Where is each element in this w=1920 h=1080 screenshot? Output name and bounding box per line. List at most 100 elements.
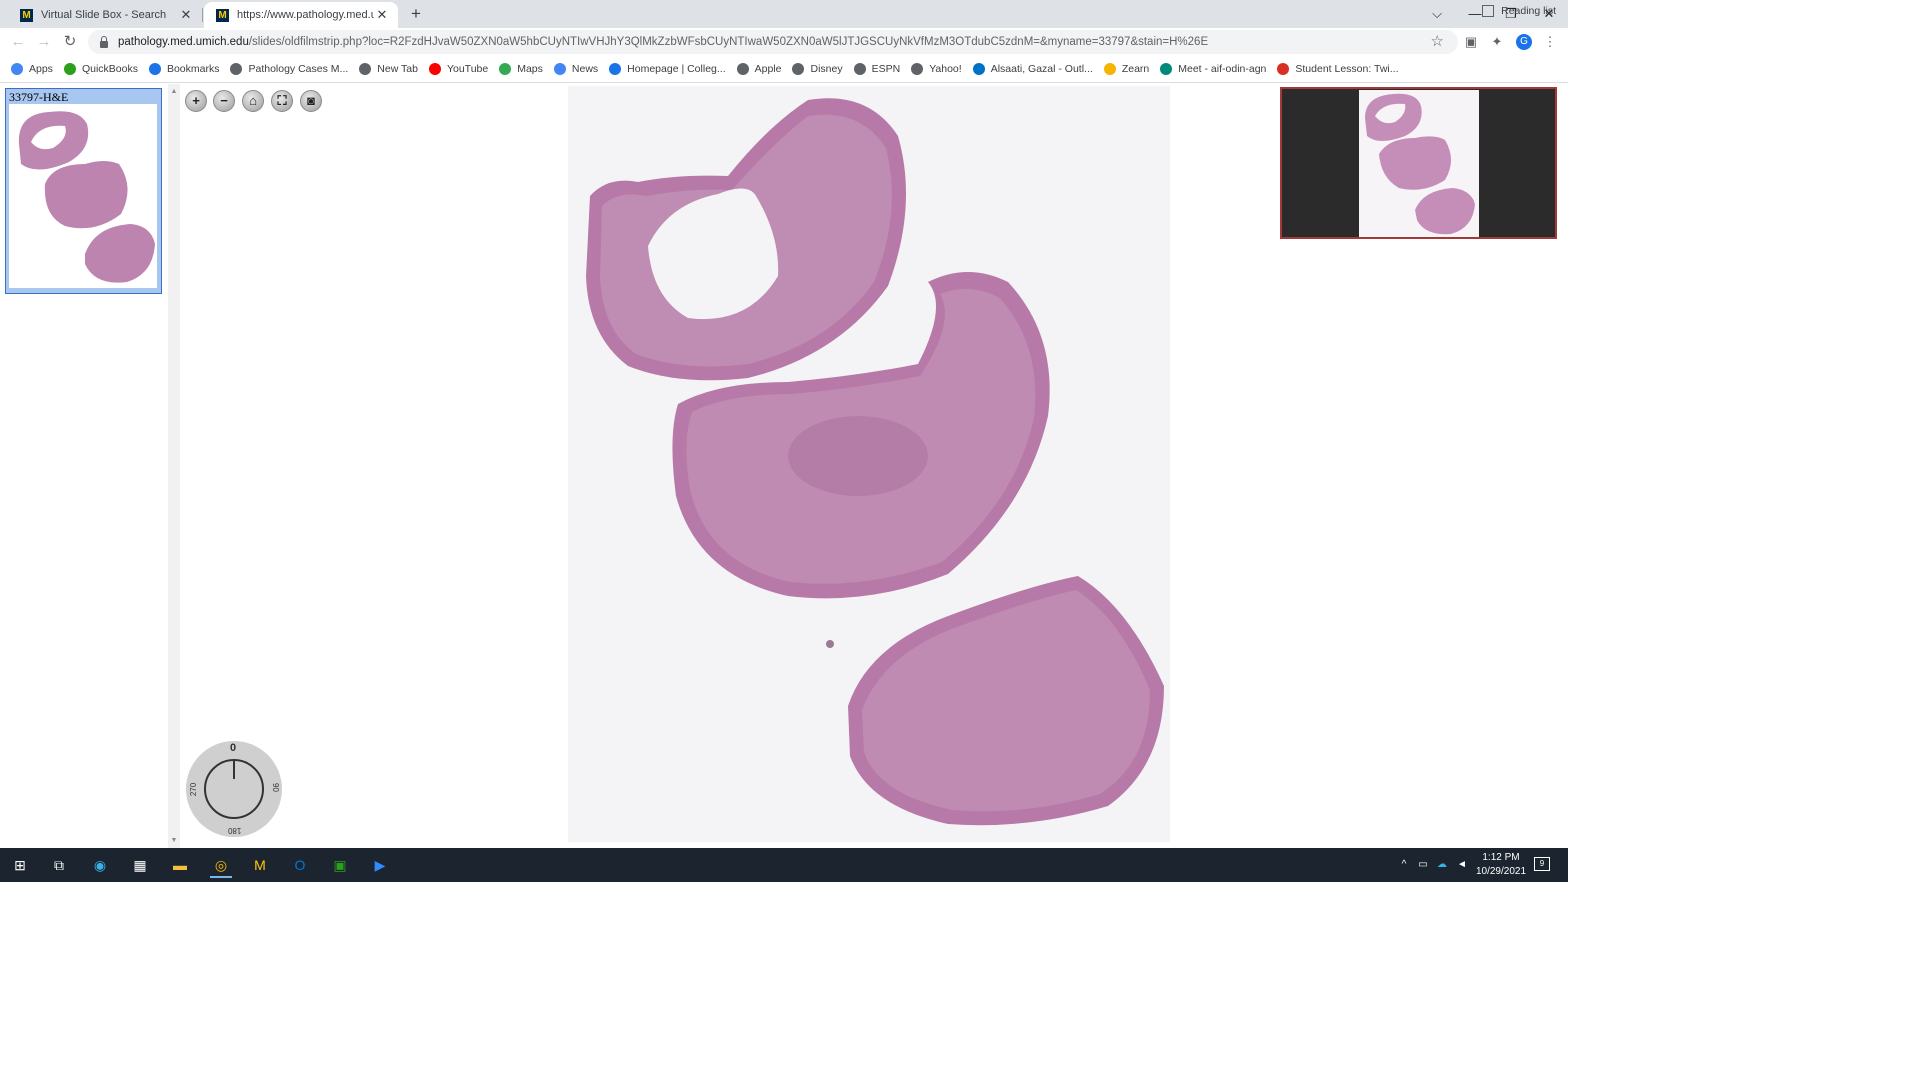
news-icon: [553, 63, 566, 75]
scroll-down-arrow-icon[interactable]: ▼: [168, 837, 180, 844]
reading-list-button[interactable]: Reading list: [1482, 5, 1556, 17]
tab-virtual-slide-box[interactable]: M Virtual Slide Box - Search ✕: [8, 2, 202, 28]
profile-avatar[interactable]: G: [1516, 34, 1532, 50]
outlook-icon[interactable]: O: [289, 854, 311, 876]
tab-search-button[interactable]: ⌵: [1422, 4, 1452, 24]
bookmark-label: Zearn: [1121, 63, 1150, 75]
bookmark-apps[interactable]: Apps: [11, 63, 53, 75]
rotation-dial[interactable]: 0 90 180 270: [186, 741, 282, 837]
tab-title: https://www.pathology.med.um: [237, 9, 374, 21]
bookmark-maps[interactable]: Maps: [499, 63, 543, 75]
close-tab-icon[interactable]: ✕: [178, 7, 194, 23]
outlook-icon: [972, 63, 985, 75]
bookmark-news[interactable]: News: [553, 63, 598, 75]
bookmark-disney[interactable]: Disney: [792, 63, 843, 75]
globe-icon: [911, 63, 924, 75]
bookmark-bookmarks[interactable]: Bookmarks: [148, 63, 219, 75]
slide-thumbnail[interactable]: 33797-H&E: [5, 88, 162, 294]
bookmark-label: Homepage | Colleg...: [627, 63, 726, 75]
maps-pin-icon: [499, 63, 512, 75]
zoom-in-button[interactable]: +: [185, 90, 207, 112]
image-viewer-icon[interactable]: ▣: [329, 854, 351, 876]
bookmark-star-icon[interactable]: ☆: [1431, 32, 1444, 50]
address-bar[interactable]: pathology.med.umich.edu/slides/oldfilmst…: [88, 30, 1458, 54]
michigan-favicon-icon: M: [20, 8, 33, 22]
bookmark-pathology-cases-m[interactable]: Pathology Cases M...: [230, 63, 348, 75]
star-icon: [148, 63, 161, 75]
filmstrip-scrollbar[interactable]: ▲ ▼: [168, 84, 180, 848]
kebab-menu-icon[interactable]: ⋮: [1542, 34, 1558, 50]
bookmark-quickbooks[interactable]: QuickBooks: [63, 63, 138, 75]
tray-chevron-icon[interactable]: ^: [1397, 858, 1411, 872]
zearn-icon: [1103, 63, 1116, 75]
file-explorer-icon[interactable]: ▬: [169, 854, 191, 876]
bookmark-homepage-colleg[interactable]: Homepage | Colleg...: [609, 63, 726, 75]
back-arrow-icon[interactable]: ←: [8, 32, 28, 52]
bookmark-apple[interactable]: Apple: [736, 63, 781, 75]
screenshot-button[interactable]: ◙: [300, 90, 322, 112]
store-icon[interactable]: ▦: [129, 854, 151, 876]
chrome-icon[interactable]: ◎: [210, 854, 232, 878]
extension-icon[interactable]: ▣: [1463, 34, 1479, 50]
globe-icon: [359, 63, 372, 75]
michigan-app-icon[interactable]: M: [249, 854, 271, 876]
rotation-label-270: 270: [189, 782, 199, 797]
bookmark-youtube[interactable]: YouTube: [428, 63, 488, 75]
bookmark-zearn[interactable]: Zearn: [1103, 63, 1150, 75]
tab-pathology-slide[interactable]: M https://www.pathology.med.um ✕: [204, 2, 398, 28]
bookmark-alsaati-gazal-outl[interactable]: Alsaati, Gazal - Outl...: [972, 63, 1093, 75]
filmstrip-panel: 33797-H&E ▲ ▼: [0, 84, 180, 848]
slide-image[interactable]: [568, 86, 1170, 842]
rotation-needle[interactable]: [233, 760, 235, 779]
zoom-app-icon[interactable]: ▶: [369, 854, 391, 876]
slide-viewer[interactable]: + − ⌂ ⛶ ◙ 0 90 180 270: [180, 84, 1568, 848]
volume-icon[interactable]: ◄: [1455, 858, 1469, 872]
task-view-icon[interactable]: ⧉: [48, 854, 70, 876]
overview-thumbnail[interactable]: [1359, 90, 1479, 237]
fullscreen-button[interactable]: ⛶: [271, 90, 293, 112]
bookmark-label: Alsaati, Gazal - Outl...: [990, 63, 1093, 75]
meet-icon: [1160, 63, 1173, 75]
forward-arrow-icon[interactable]: →: [34, 32, 54, 52]
home-button[interactable]: ⌂: [242, 90, 264, 112]
clock-date[interactable]: 10/29/2021: [1474, 866, 1528, 877]
youtube-icon: [428, 63, 441, 75]
bookmark-meet-aif-odin-agn[interactable]: Meet - aif-odin-agn: [1160, 63, 1266, 75]
bookmark-student-lesson-twi[interactable]: Student Lesson: Twi...: [1277, 63, 1399, 75]
network-icon[interactable]: ▭: [1416, 858, 1430, 872]
bookmark-label: New Tab: [377, 63, 418, 75]
reload-icon[interactable]: ↻: [60, 32, 80, 52]
college-icon: [609, 63, 622, 75]
apps-grid-icon: [11, 63, 23, 75]
edge-browser-icon[interactable]: ◉: [89, 854, 111, 876]
tab-separator: [202, 8, 203, 22]
zoom-out-button[interactable]: −: [213, 90, 235, 112]
bookmarks-bar: Apps QuickBooks Bookmarks Pathology Cases M…: [0, 56, 1568, 83]
slide-thumbnail-image[interactable]: [9, 104, 157, 288]
windows-taskbar: ⊞ ⧉ ◉ ▦ ▬ ◎ M O ▣ ▶ ^ ▭ ☁ ◄ 1:12 PM 10/2…: [0, 848, 1568, 882]
clock-time[interactable]: 1:12 PM: [1481, 852, 1521, 863]
bookmark-label: Pathology Cases M...: [248, 63, 349, 75]
windows-start-icon[interactable]: ⊞: [9, 854, 31, 876]
onedrive-icon[interactable]: ☁: [1435, 858, 1449, 872]
new-tab-button[interactable]: +: [407, 5, 425, 23]
close-tab-icon[interactable]: ✕: [374, 7, 390, 23]
bookmark-label: Meet - aif-odin-agn: [1178, 63, 1267, 75]
bookmark-label: Maps: [517, 63, 543, 75]
url-host: pathology.med.umich.edu: [118, 36, 249, 48]
lock-icon[interactable]: [100, 35, 108, 48]
bookmark-espn[interactable]: ESPN: [853, 63, 900, 75]
overview-navigator[interactable]: [1280, 87, 1557, 239]
url-text[interactable]: pathology.med.umich.edu/slides/oldfilmst…: [118, 36, 1458, 48]
quickbooks-icon: [63, 63, 76, 75]
michigan-favicon-icon: M: [216, 8, 229, 22]
rotation-label-90: 90: [271, 783, 281, 792]
tab-title: Virtual Slide Box - Search: [41, 9, 167, 21]
bookmark-label: Yahoo!: [929, 63, 962, 75]
notification-center-icon[interactable]: 9: [1534, 857, 1550, 871]
rotation-label-0: 0: [230, 742, 237, 754]
scroll-up-arrow-icon[interactable]: ▲: [168, 88, 180, 95]
bookmark-yahoo[interactable]: Yahoo!: [911, 63, 962, 75]
puzzle-extensions-icon[interactable]: ✦: [1489, 34, 1505, 50]
bookmark-new-tab[interactable]: New Tab: [359, 63, 418, 75]
